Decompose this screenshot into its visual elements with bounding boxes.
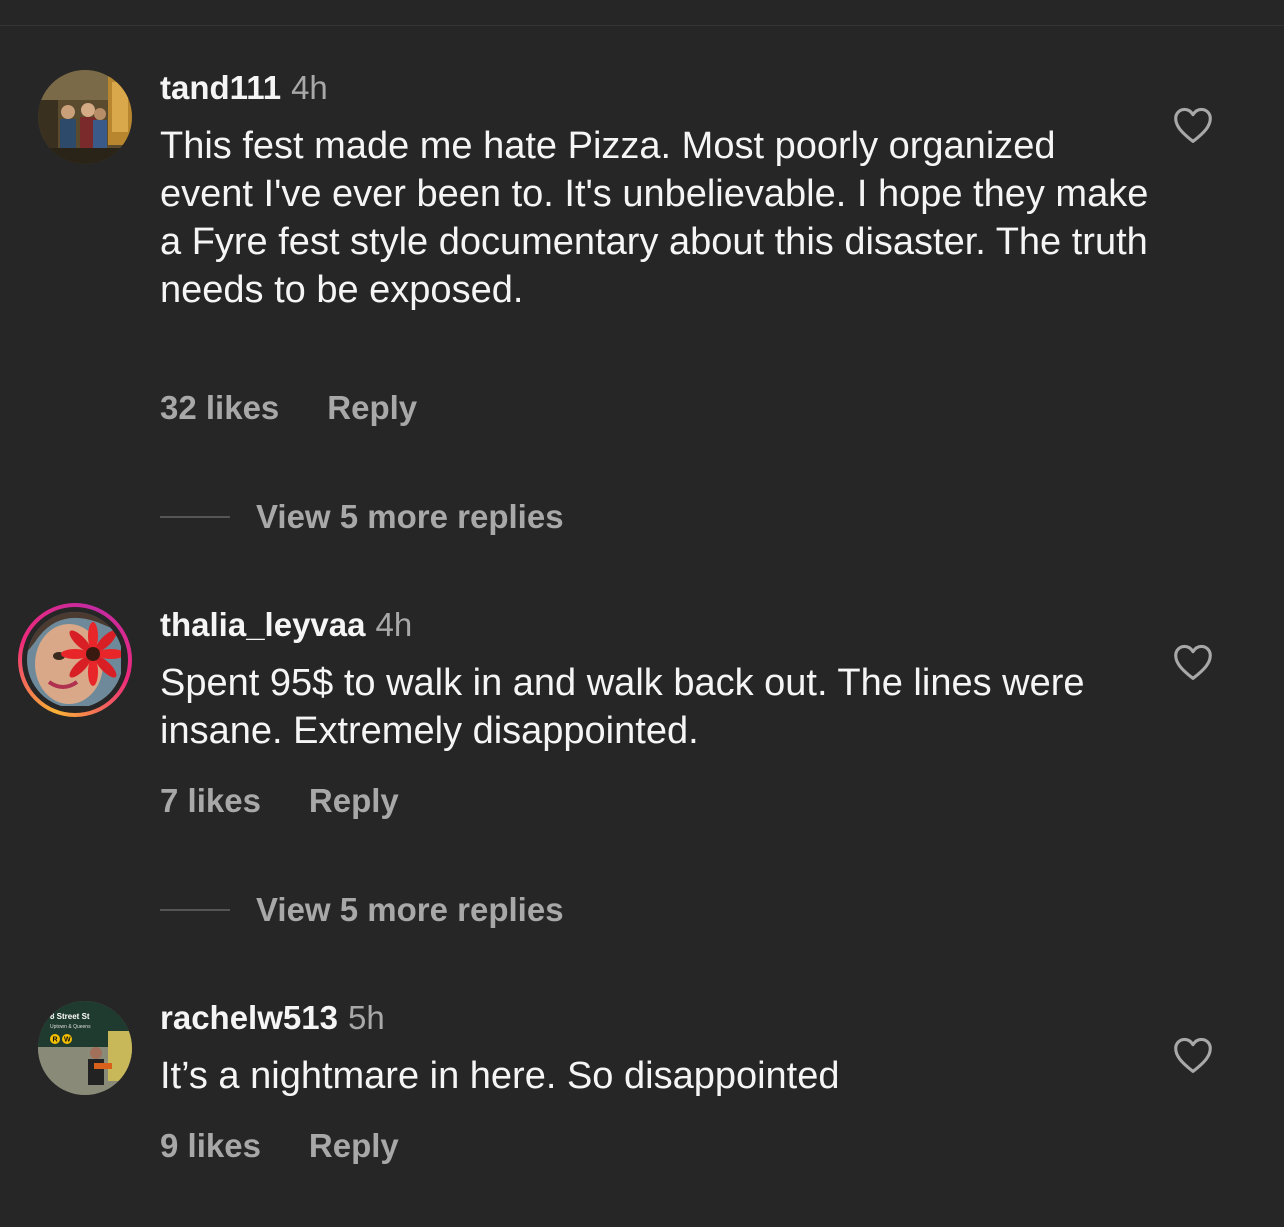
- comment-actions: 7 likes Reply: [160, 781, 399, 821]
- avatar-image: [38, 70, 132, 164]
- timestamp: 5h: [347, 999, 385, 1036]
- view-more-replies[interactable]: View 5 more replies: [160, 890, 564, 930]
- view-more-label: View 5 more replies: [256, 891, 564, 928]
- username[interactable]: thalia_leyvaa: [160, 606, 365, 643]
- username[interactable]: tand111: [160, 69, 281, 106]
- avatar-badge-r: R: [53, 1037, 58, 1044]
- timestamp: 4h: [291, 69, 328, 106]
- comment-header: rachelw513 5h: [160, 998, 385, 1038]
- likes-count[interactable]: 32 likes: [160, 389, 279, 426]
- reply-button[interactable]: Reply: [309, 1127, 399, 1164]
- view-more-label: View 5 more replies: [256, 498, 564, 535]
- avatar-image: 8 Street St Uptown & Queens R W: [38, 1001, 132, 1095]
- comment-actions: 9 likes Reply: [160, 1126, 399, 1166]
- likes-count[interactable]: 7 likes: [160, 782, 261, 819]
- view-more-replies[interactable]: View 5 more replies: [160, 497, 564, 537]
- avatar[interactable]: [38, 70, 132, 164]
- top-divider: [0, 0, 1284, 26]
- avatar-image: [27, 612, 123, 708]
- avatar-sign-line2: Uptown & Queens: [50, 1024, 91, 1030]
- heart-outline-icon[interactable]: [1172, 1036, 1214, 1074]
- avatar-sign-line1: 8 Street St: [50, 1012, 90, 1021]
- heart-outline-icon[interactable]: [1172, 106, 1214, 144]
- divider-line: [160, 909, 230, 911]
- heart-outline-icon[interactable]: [1172, 643, 1214, 681]
- comment-actions: 32 likes Reply: [160, 388, 417, 428]
- comment-text: This fest made me hate Pizza. Most poorl…: [160, 125, 1149, 311]
- reply-button[interactable]: Reply: [327, 389, 417, 426]
- username[interactable]: rachelw513: [160, 999, 338, 1036]
- reply-button[interactable]: Reply: [309, 782, 399, 819]
- comment-header: tand111 4h: [160, 68, 328, 108]
- likes-count[interactable]: 9 likes: [160, 1127, 261, 1164]
- timestamp: 4h: [375, 606, 413, 643]
- avatar[interactable]: 8 Street St Uptown & Queens R W: [38, 1001, 132, 1095]
- comment-header: thalia_leyvaa 4h: [160, 605, 412, 645]
- avatar-badge-w: W: [64, 1037, 71, 1044]
- story-ring: [18, 603, 132, 717]
- comment-text: Spent 95$ to walk in and walk back out. …: [160, 662, 1085, 752]
- divider-line: [160, 516, 230, 518]
- comment-text: It’s a nightmare in here. So disappointe…: [160, 1055, 840, 1097]
- avatar[interactable]: [18, 603, 132, 717]
